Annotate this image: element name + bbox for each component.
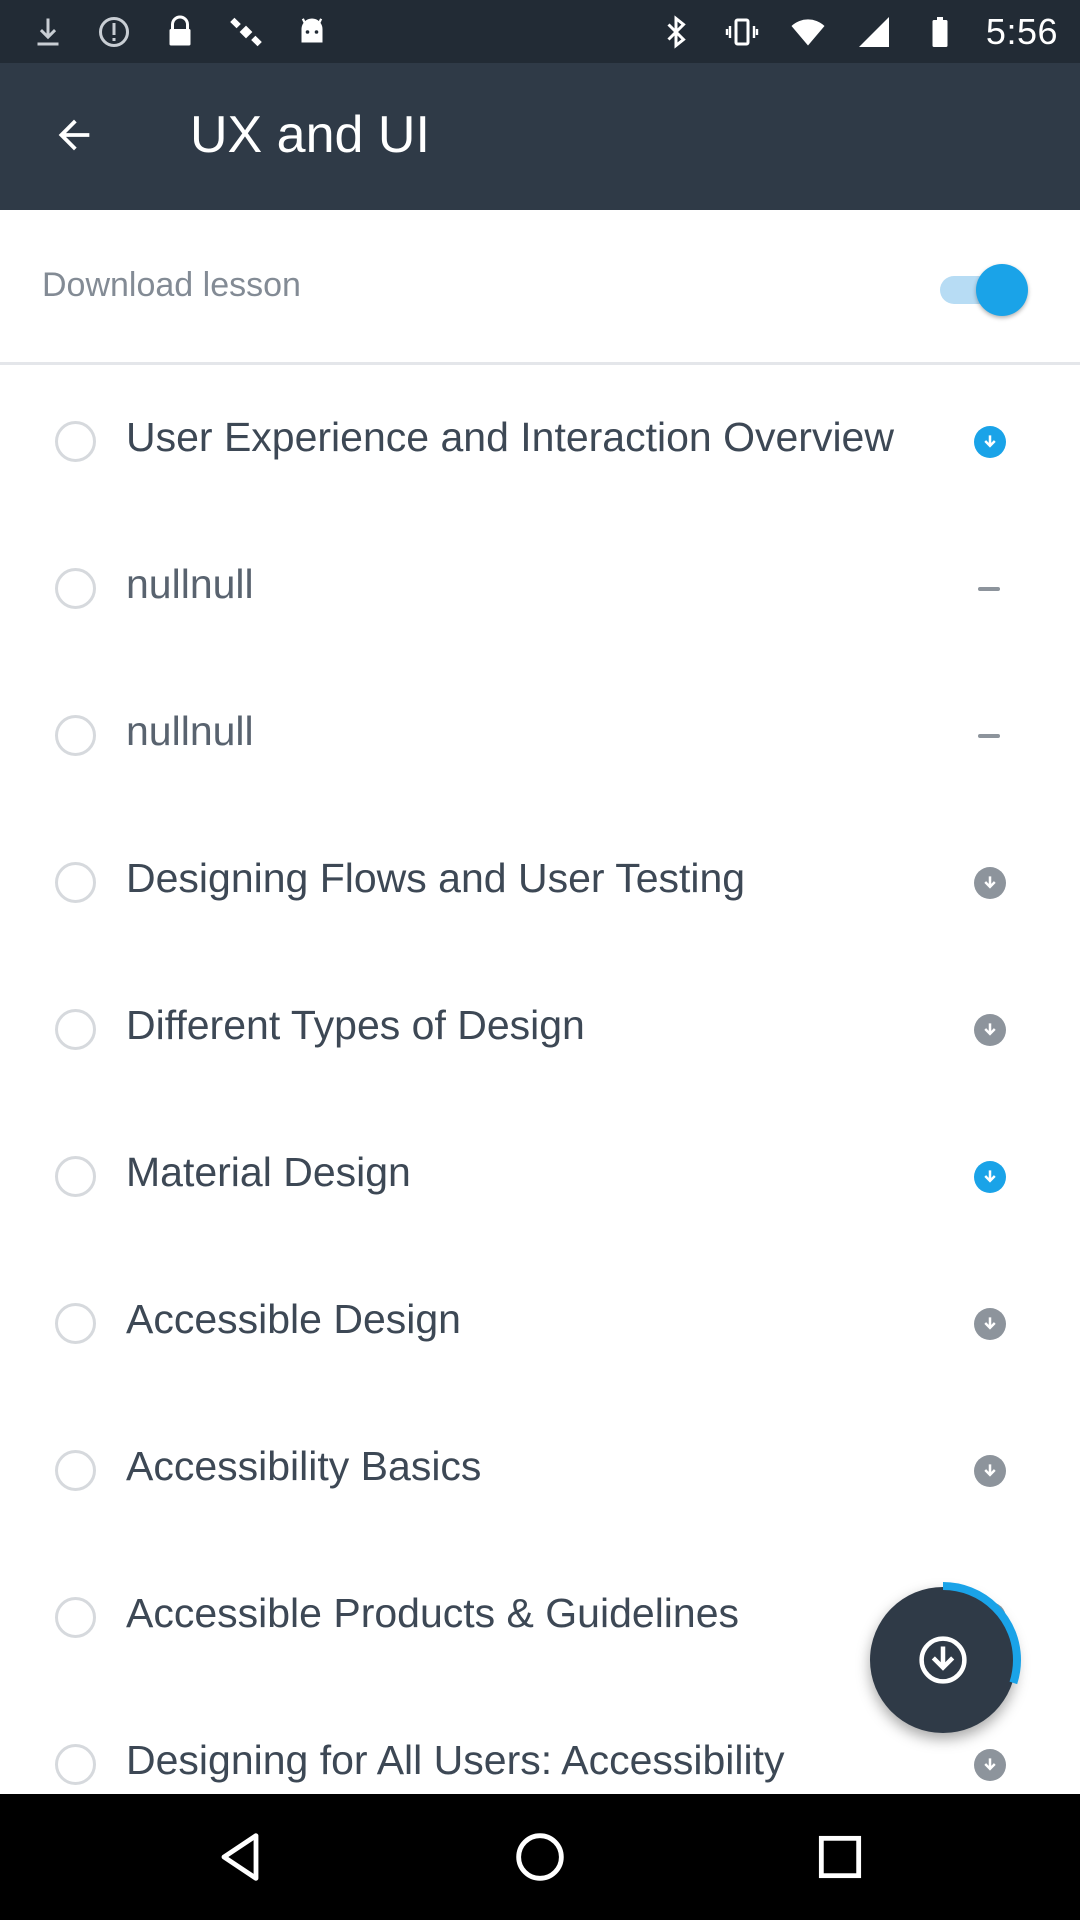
android-icon	[292, 12, 332, 52]
dash-icon	[978, 734, 1000, 738]
lesson-title: Different Types of Design	[126, 1002, 585, 1048]
lesson-radio[interactable]	[55, 1450, 96, 1491]
nav-recents-button[interactable]	[800, 1817, 880, 1897]
dash-icon	[978, 587, 1000, 591]
lesson-title: Designing for All Users: Accessibility	[126, 1737, 785, 1783]
system-nav-bar	[0, 1794, 1080, 1920]
back-button[interactable]	[38, 99, 110, 171]
toggle-thumb	[976, 264, 1028, 316]
app-bar: UX and UI	[0, 63, 1080, 210]
battery-icon	[920, 12, 960, 52]
signal-icon	[854, 12, 894, 52]
arrow-back-icon	[58, 119, 90, 151]
lesson-item[interactable]: Designing Flows and User Testing	[0, 809, 1080, 956]
home-circle-icon	[516, 1833, 564, 1881]
screen: 5:56 UX and UI Download lesson User Expe…	[0, 0, 1080, 1920]
lesson-radio[interactable]	[55, 1009, 96, 1050]
lesson-item[interactable]: Different Types of Design	[0, 956, 1080, 1103]
lesson-title: Accessibility Basics	[126, 1443, 482, 1489]
download-fab[interactable]	[865, 1582, 1021, 1738]
satellite-icon	[226, 12, 266, 52]
lesson-radio[interactable]	[55, 421, 96, 462]
download-icon[interactable]	[974, 1749, 1006, 1781]
lesson-item[interactable]: Material Design	[0, 1103, 1080, 1250]
lesson-radio[interactable]	[55, 1156, 96, 1197]
lesson-radio[interactable]	[55, 862, 96, 903]
download-icon[interactable]	[974, 1014, 1006, 1046]
wifi-icon	[788, 12, 828, 52]
lesson-item[interactable]: User Experience and Interaction Overview	[0, 368, 1080, 515]
lesson-radio[interactable]	[55, 568, 96, 609]
lesson-item[interactable]: Accessible Design	[0, 1250, 1080, 1397]
lesson-item[interactable]: Accessibility Basics	[0, 1397, 1080, 1544]
lesson-title: nullnull	[126, 561, 254, 607]
download-lesson-toggle[interactable]	[938, 264, 1028, 316]
lock-icon	[160, 12, 200, 52]
status-time: 5:56	[985, 10, 1058, 52]
download-icon[interactable]	[974, 1455, 1006, 1487]
bluetooth-icon	[656, 12, 696, 52]
nav-home-button[interactable]	[500, 1817, 580, 1897]
download-icon[interactable]	[974, 867, 1006, 899]
recents-square-icon	[818, 1835, 862, 1879]
lesson-item[interactable]: nullnull	[0, 662, 1080, 809]
lesson-title: User Experience and Interaction Overview	[126, 414, 894, 460]
download-progress-ring	[865, 1582, 1021, 1738]
page-title: UX and UI	[190, 106, 430, 164]
download-lesson-row: Download lesson	[0, 210, 1080, 365]
lesson-title: Material Design	[126, 1149, 411, 1195]
status-bar: 5:56	[0, 0, 1080, 63]
vibrate-icon	[722, 12, 762, 52]
download-icon	[28, 12, 68, 52]
download-icon[interactable]	[974, 1308, 1006, 1340]
lesson-radio[interactable]	[55, 1597, 96, 1638]
lesson-item[interactable]: nullnull	[0, 515, 1080, 662]
lesson-title: Designing Flows and User Testing	[126, 855, 746, 901]
nav-back-button[interactable]	[200, 1817, 280, 1897]
lesson-radio[interactable]	[55, 715, 96, 756]
alert-icon	[94, 12, 134, 52]
download-icon[interactable]	[974, 426, 1006, 458]
back-triangle-icon	[221, 1833, 259, 1881]
lesson-radio[interactable]	[55, 1744, 96, 1785]
download-icon[interactable]	[974, 1161, 1006, 1193]
lesson-title: Accessible Products & Guidelines	[126, 1590, 740, 1636]
lesson-radio[interactable]	[55, 1303, 96, 1344]
lesson-title: nullnull	[126, 708, 254, 754]
lesson-title: Accessible Design	[126, 1296, 461, 1342]
download-lesson-label: Download lesson	[42, 266, 301, 304]
